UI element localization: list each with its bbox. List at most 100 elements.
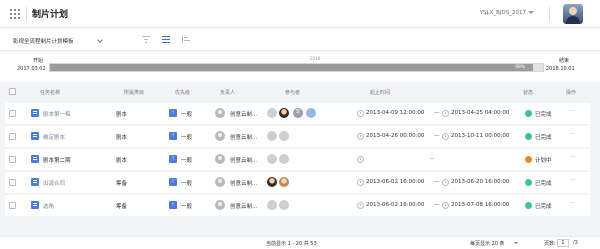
column-header-status[interactable]: 状态: [523, 89, 533, 96]
participant-avatar[interactable]: [267, 131, 277, 141]
table-row[interactable]: 选角 筹备! 一般 创意云制... 2013-06-02 16:00:00 — 2013-0…: [5, 195, 590, 216]
page-title: 制片计划: [32, 10, 69, 20]
filter-icon[interactable]: [142, 36, 150, 43]
participant-avatar[interactable]: [279, 131, 289, 141]
task-start-time: 2013-06-02 16:00:00: [366, 179, 425, 185]
participant-avatar[interactable]: [279, 177, 289, 187]
time-separator: —: [434, 202, 440, 208]
status-dot: [525, 156, 532, 163]
row-checkbox[interactable]: [9, 202, 16, 209]
clock-icon: [442, 202, 449, 209]
time-empty: --: [430, 156, 434, 162]
task-end-time: 2013-07-08 16:00:00: [451, 202, 510, 208]
status-dot: [525, 133, 532, 140]
owner-avatar: [215, 131, 225, 141]
participant-avatar[interactable]: [267, 177, 277, 187]
task-icon: [31, 132, 39, 140]
task-name[interactable]: 选角: [43, 202, 54, 210]
task-category: 剧本: [116, 112, 128, 118]
column-header-participants[interactable]: 参与者: [285, 89, 300, 96]
participant-avatar[interactable]: [267, 154, 277, 164]
column-header-time[interactable]: 起止时间: [370, 89, 390, 96]
task-priority: 一般: [181, 204, 193, 210]
task-owner: 创意云制...: [230, 135, 258, 141]
task-status: 已完成: [535, 135, 552, 141]
task-icon: [31, 201, 39, 209]
task-category: 筹备: [116, 204, 128, 210]
page-total: /3: [573, 240, 578, 246]
more-actions-icon[interactable]: ···: [570, 108, 576, 115]
timeline-progress-fill: 98%: [50, 64, 534, 71]
table-row[interactable]: 出演合同 筹备! 一般 创意云制... 2013-06-02 16:00:00 — 2013…: [5, 172, 590, 193]
caret-down-icon[interactable]: [514, 242, 518, 244]
task-name[interactable]: 剧本第二期: [43, 156, 71, 164]
task-name[interactable]: 确定剧本: [43, 133, 65, 141]
participant-avatar[interactable]: [267, 200, 277, 210]
task-icon: [31, 155, 39, 163]
table-row[interactable]: 确定剧本 剧本! 一般 创意云制... 2013-04-26 00:00:00 — 2013…: [5, 126, 590, 147]
column-header-priority[interactable]: 优先级: [175, 89, 190, 96]
gantt-view-icon[interactable]: [182, 36, 190, 43]
priority-icon: !: [169, 132, 177, 140]
task-status: 已完成: [535, 181, 552, 187]
task-start-time: 2013-06-02 16:00:00: [366, 202, 425, 208]
status-dot: [525, 179, 532, 186]
clock-icon: [357, 110, 364, 117]
timeline-progress-bar: 98%: [49, 63, 544, 72]
row-checkbox[interactable]: [9, 156, 16, 163]
task-category: 剧本: [116, 158, 128, 164]
participant-avatar[interactable]: [306, 108, 316, 118]
chevron-down-icon[interactable]: [97, 37, 103, 43]
priority-icon: !: [169, 178, 177, 186]
participant-avatar[interactable]: [279, 200, 289, 210]
more-actions-icon[interactable]: ···: [570, 131, 576, 138]
column-header-category[interactable]: 所属类目: [124, 89, 144, 96]
task-icon: [31, 178, 39, 186]
participant-avatar[interactable]: [279, 154, 289, 164]
task-owner: 创意云制...: [230, 112, 258, 118]
timeline-start-date: 2017.03.02: [17, 66, 46, 72]
owner-avatar: [215, 108, 225, 118]
task-name[interactable]: 剧本第一稿: [43, 110, 71, 118]
row-checkbox[interactable]: [9, 133, 16, 140]
table-row[interactable]: 剧本第二期 剧本! 一般 创意云制... -- 计划中 ···: [5, 149, 590, 170]
task-category: 剧本: [116, 135, 128, 141]
app-grid-icon[interactable]: [10, 9, 20, 19]
task-end-time: 2013-04-25 04:00:00: [451, 110, 510, 116]
caret-down-icon[interactable]: [528, 11, 534, 14]
list-view-icon[interactable]: [162, 36, 170, 43]
project-selector[interactable]: YSLX_BJDS_2017: [480, 10, 526, 16]
owner-avatar: [215, 200, 225, 210]
page-label: 页数:: [544, 241, 556, 247]
user-avatar[interactable]: [563, 4, 583, 24]
more-actions-icon[interactable]: ···: [570, 154, 576, 161]
column-header-owner[interactable]: 负责人: [220, 89, 235, 96]
task-category: 筹备: [116, 181, 128, 187]
page-size-select[interactable]: 每页显示 20 条: [470, 240, 505, 247]
timeline-year: 2018: [310, 56, 321, 61]
timeline-progress-label: 98%: [515, 65, 526, 70]
more-actions-icon[interactable]: ···: [570, 177, 576, 184]
column-header-name[interactable]: 任务名称: [40, 89, 60, 96]
task-end-time: 2013-10-11 00:00:00: [451, 133, 510, 139]
owner-avatar: [215, 177, 225, 187]
task-table: 任务名称 所属类目 优先级 负责人 参与者 起止时间 状态 操作 剧本第一稿 剧本…: [0, 83, 600, 216]
column-header-actions: 操作: [566, 90, 577, 96]
task-owner: 创意云制...: [230, 158, 258, 164]
table-row[interactable]: 剧本第一稿 剧本! 一般 创意云制... 李 2013-04-09 12:00:00 — 20…: [5, 103, 590, 124]
record-count: 当前显示 1 - 20 共 53: [266, 241, 317, 247]
task-owner: 创意云制...: [230, 204, 258, 210]
clock-icon: [357, 133, 364, 140]
table-header: 任务名称 所属类目 优先级 负责人 参与者 起止时间 状态 操作: [0, 83, 600, 101]
row-checkbox[interactable]: [9, 110, 16, 117]
participant-avatar[interactable]: [279, 108, 289, 118]
select-all-checkbox[interactable]: [9, 88, 16, 95]
task-name[interactable]: 出演合同: [43, 179, 65, 187]
row-checkbox[interactable]: [9, 179, 16, 186]
template-select[interactable]: 影视全流程制片计划模板: [13, 37, 74, 45]
more-actions-icon[interactable]: ···: [570, 200, 576, 207]
participant-avatar[interactable]: [267, 108, 277, 118]
task-priority: 一般: [181, 158, 193, 164]
page-input[interactable]: 1: [557, 239, 569, 247]
participant-avatar[interactable]: 李: [293, 108, 303, 118]
